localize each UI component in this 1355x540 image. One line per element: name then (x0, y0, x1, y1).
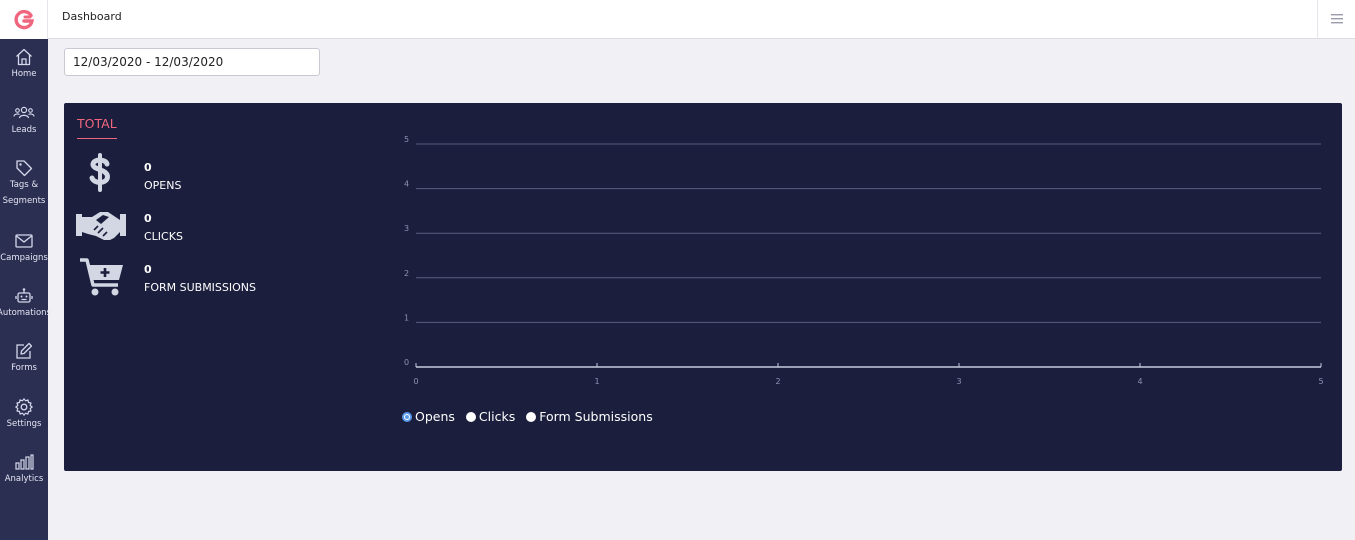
robot-icon (15, 288, 33, 303)
line-chart: 0 1 2 3 4 5 0 1 2 3 4 5 (404, 135, 1324, 386)
edit-icon (16, 342, 33, 359)
home-icon (16, 48, 32, 66)
sidebar-item-label: Home (11, 69, 37, 79)
legend-item-form-submissions[interactable]: Form Submissions (526, 409, 653, 424)
sidebar-item-label: Campaigns (0, 253, 48, 263)
sidebar-item-forms[interactable]: Forms (0, 341, 48, 377)
sidebar-item-home[interactable]: Home (0, 47, 48, 83)
stats-panel: TOTAL 0 OPENS 0 CLICKS 0 FORM SUBMISSION… (64, 103, 1342, 471)
sidebar-item-analytics[interactable]: Analytics (0, 452, 48, 488)
sidebar-item-label: Tags & (9, 180, 39, 190)
sidebar-item-label: Analytics (4, 474, 44, 484)
stat-label: CLICKS (144, 230, 183, 243)
legend-radio-clicks[interactable] (465, 411, 476, 422)
legend-item-opens[interactable]: Opens (402, 409, 455, 424)
cart-plus-icon (80, 258, 123, 296)
sidebar-item-tags-segments[interactable]: Tags & Segments (0, 158, 48, 210)
sidebar-item-leads[interactable]: Leads (0, 103, 48, 139)
sidebar-item-automations[interactable]: Automations (0, 286, 51, 322)
sidebar-item-label: Settings (6, 419, 42, 429)
tag-icon (16, 160, 33, 177)
sidebar-item-campaigns[interactable]: Campaigns (0, 231, 48, 267)
y-tick-label: 0 (404, 358, 409, 367)
page-title: Dashboard (62, 10, 122, 23)
legend-label: Opens (415, 409, 455, 424)
tab-total[interactable]: TOTAL (77, 116, 117, 139)
legend-radio-form-submissions[interactable] (526, 411, 537, 422)
sidebar: Home Leads Tags & Segments Campaigns Aut… (0, 39, 51, 540)
stat-label: FORM SUBMISSIONS (144, 281, 257, 294)
legend-item-clicks[interactable]: Clicks (465, 409, 516, 424)
chart-legend: Opens Clicks Form Submissions (402, 409, 653, 424)
date-range-input[interactable] (64, 48, 320, 76)
users-icon (13, 106, 35, 119)
sidebar-item-label: Automations (0, 308, 51, 318)
x-tick-label: 1 (594, 377, 599, 386)
stat-value: 0 (144, 263, 152, 276)
stat-label: OPENS (144, 179, 182, 192)
y-tick-label: 1 (404, 313, 409, 322)
logo[interactable] (0, 0, 48, 39)
gear-icon (15, 398, 33, 416)
y-tick-label: 4 (404, 180, 409, 189)
sidebar-item-label: Segments (2, 196, 46, 206)
sidebar-item-settings[interactable]: Settings (0, 397, 48, 433)
x-tick-label: 0 (413, 377, 418, 386)
x-tick-label: 3 (956, 377, 961, 386)
legend-label: Clicks (478, 409, 516, 424)
envelope-icon (15, 234, 33, 248)
hamburger-icon (1330, 14, 1343, 24)
g-logo-icon (13, 9, 34, 29)
y-tick-label: 3 (404, 224, 409, 233)
y-tick-label: 2 (404, 269, 409, 278)
legend-label: Form Submissions (539, 409, 653, 424)
x-tick-label: 2 (775, 377, 780, 386)
x-tick-label: 4 (1137, 377, 1142, 386)
bar-chart-icon (15, 454, 34, 470)
top-bar: Dashboard (0, 0, 1355, 39)
menu-button[interactable] (1317, 0, 1355, 38)
stat-value: 0 (144, 212, 152, 225)
y-tick-label: 5 (404, 135, 409, 144)
stat-value: 0 (144, 161, 152, 174)
x-tick-label: 5 (1318, 377, 1323, 386)
legend-radio-opens[interactable] (402, 411, 412, 422)
sidebar-item-label: Leads (11, 125, 37, 135)
sidebar-item-label: Forms (11, 363, 37, 373)
handshake-icon (76, 212, 126, 240)
dollar-icon (89, 153, 110, 192)
